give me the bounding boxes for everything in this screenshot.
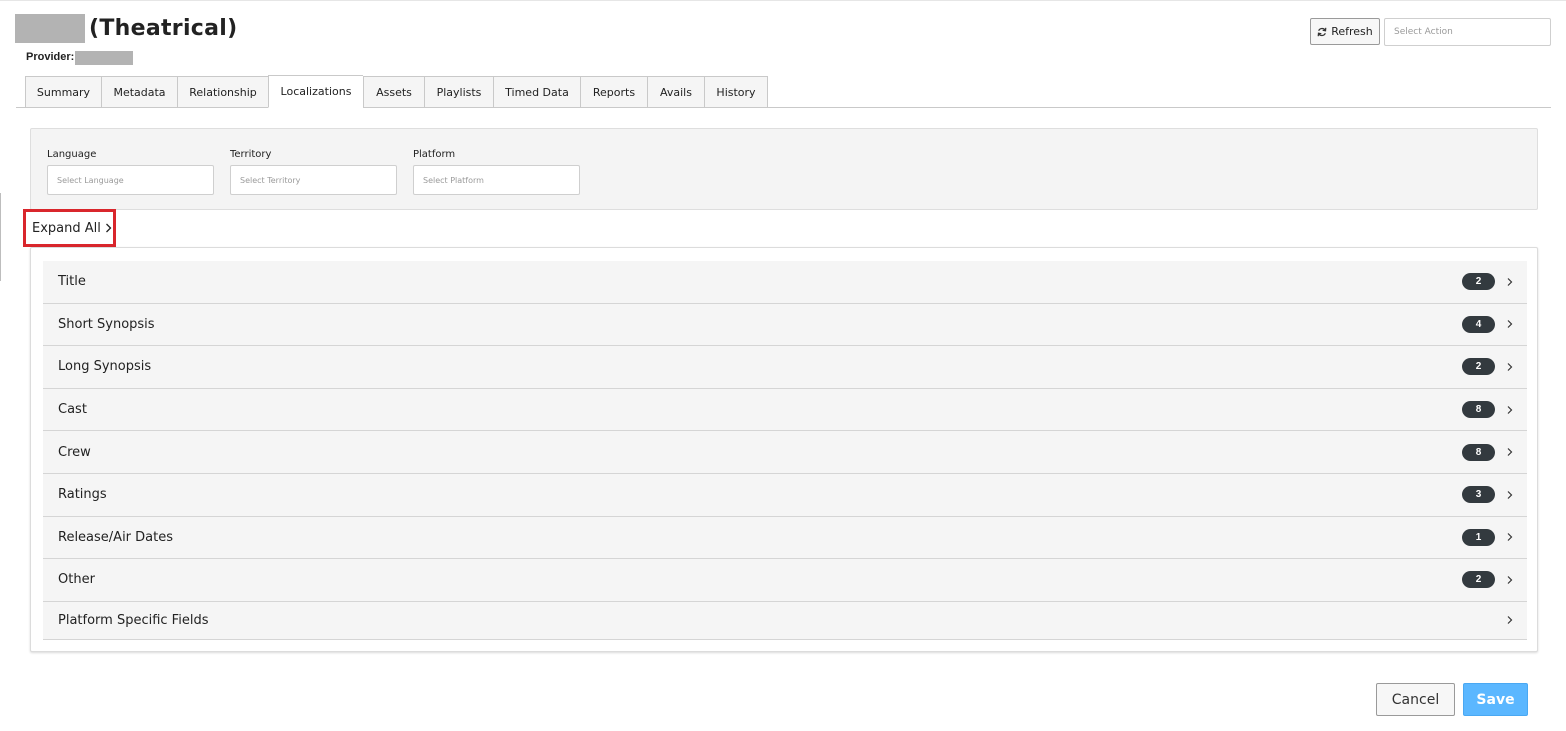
section-row-platform-specific-fields[interactable]: Platform Specific Fields [43,601,1527,640]
chevron-right-icon [1507,616,1513,625]
localizations-page: (Theatrical) Provider: Refresh Select Ac… [0,0,1566,731]
tab-history[interactable]: History [704,76,768,108]
section-label: Platform Specific Fields [58,612,209,628]
title-redacted-block [15,14,85,43]
count-badge: 1 [1462,528,1495,546]
count-badge: 4 [1462,315,1495,333]
chevron-right-icon [1507,405,1513,414]
count-badge: 2 [1462,273,1495,291]
chevron-right-icon [105,223,112,233]
localization-sections: Title 2 Short Synopsis 4 Long Synopsis 2… [30,247,1538,652]
section-label: Title [58,274,86,290]
chevron-right-icon [1507,448,1513,457]
chevron-right-icon [1507,533,1513,542]
tab-label: Timed Data [505,85,569,99]
platform-select[interactable]: Select Platform [413,165,580,195]
chevron-right-icon [1507,320,1513,329]
refresh-icon [1317,27,1327,36]
save-button[interactable]: Save [1463,683,1528,716]
tab-localizations[interactable]: Localizations [268,75,363,108]
section-row-title[interactable]: Title 2 [43,261,1527,304]
select-action-dropdown[interactable]: Select Action [1384,18,1551,46]
provider-label: Provider: [26,51,75,63]
language-placeholder: Select Language [57,175,124,185]
tab-avails[interactable]: Avails [647,76,704,108]
territory-select[interactable]: Select Territory [230,165,397,195]
language-filter: Language Select Language [47,149,214,195]
count-badge: 8 [1462,443,1495,461]
chevron-right-icon [1507,277,1513,286]
section-label: Short Synopsis [58,316,155,332]
section-label: Other [58,572,95,588]
section-row-cast[interactable]: Cast 8 [43,388,1527,432]
language-select[interactable]: Select Language [47,165,214,195]
expand-all-button[interactable]: Expand All [23,209,116,247]
filter-panel: Language Select Language Territory Selec… [30,128,1538,210]
tab-label: Relationship [189,85,257,99]
section-label: Cast [58,402,87,418]
tab-summary[interactable]: Summary [25,76,101,108]
section-row-ratings[interactable]: Ratings 3 [43,473,1527,517]
territory-placeholder: Select Territory [240,175,301,185]
section-label: Release/Air Dates [58,529,174,545]
refresh-button-label: Refresh [1331,25,1373,38]
tab-bar: Summary Metadata Relationship Localizati… [25,75,768,108]
count-badge: 2 [1462,571,1495,589]
section-list: Title 2 Short Synopsis 4 Long Synopsis 2… [43,261,1527,640]
chevron-right-icon [1507,363,1513,371]
platform-filter: Platform Select Platform [413,149,580,195]
section-row-crew[interactable]: Crew 8 [43,431,1527,474]
section-row-release-air-dates[interactable]: Release/Air Dates 1 [43,516,1527,560]
count-badge: 2 [1462,358,1495,376]
chevron-right-icon [1507,576,1513,584]
left-edge-marker [0,193,1,281]
tab-playlists[interactable]: Playlists [424,76,493,108]
tab-label: Assets [376,85,412,99]
provider-redacted-value [75,50,134,65]
cancel-button[interactable]: Cancel [1376,683,1455,716]
select-action-placeholder: Select Action [1394,27,1453,37]
expand-all-label: Expand All [32,220,101,236]
page-title-suffix: (Theatrical) [89,16,238,41]
section-label: Crew [58,444,91,460]
section-label: Long Synopsis [58,359,152,375]
chevron-right-icon [1507,490,1513,499]
territory-label: Territory [230,149,272,160]
platform-placeholder: Select Platform [423,175,484,185]
section-label: Ratings [58,487,107,503]
tab-label: Metadata [113,85,166,99]
provider-line: Provider: [26,50,134,65]
platform-label: Platform [413,149,456,160]
refresh-button[interactable]: Refresh [1310,18,1380,45]
tab-label: Playlists [436,85,482,99]
top-divider [0,0,1566,1]
tab-label: History [716,85,756,99]
count-badge: 8 [1462,401,1495,419]
tab-reports[interactable]: Reports [580,76,647,108]
section-row-short-synopsis[interactable]: Short Synopsis 4 [43,303,1527,347]
language-label: Language [47,149,97,160]
tab-assets[interactable]: Assets [363,76,424,108]
tab-metadata[interactable]: Metadata [101,76,177,108]
territory-filter: Territory Select Territory [230,149,397,195]
tab-label: Avails [660,85,692,99]
tab-timed-data[interactable]: Timed Data [493,76,580,108]
tab-label: Reports [592,85,636,99]
section-row-long-synopsis[interactable]: Long Synopsis 2 [43,346,1527,389]
tab-relationship[interactable]: Relationship [177,76,268,108]
section-row-other[interactable]: Other 2 [43,559,1527,602]
tab-label: Localizations [280,85,352,98]
tab-label: Summary [36,85,91,99]
count-badge: 3 [1462,486,1495,504]
